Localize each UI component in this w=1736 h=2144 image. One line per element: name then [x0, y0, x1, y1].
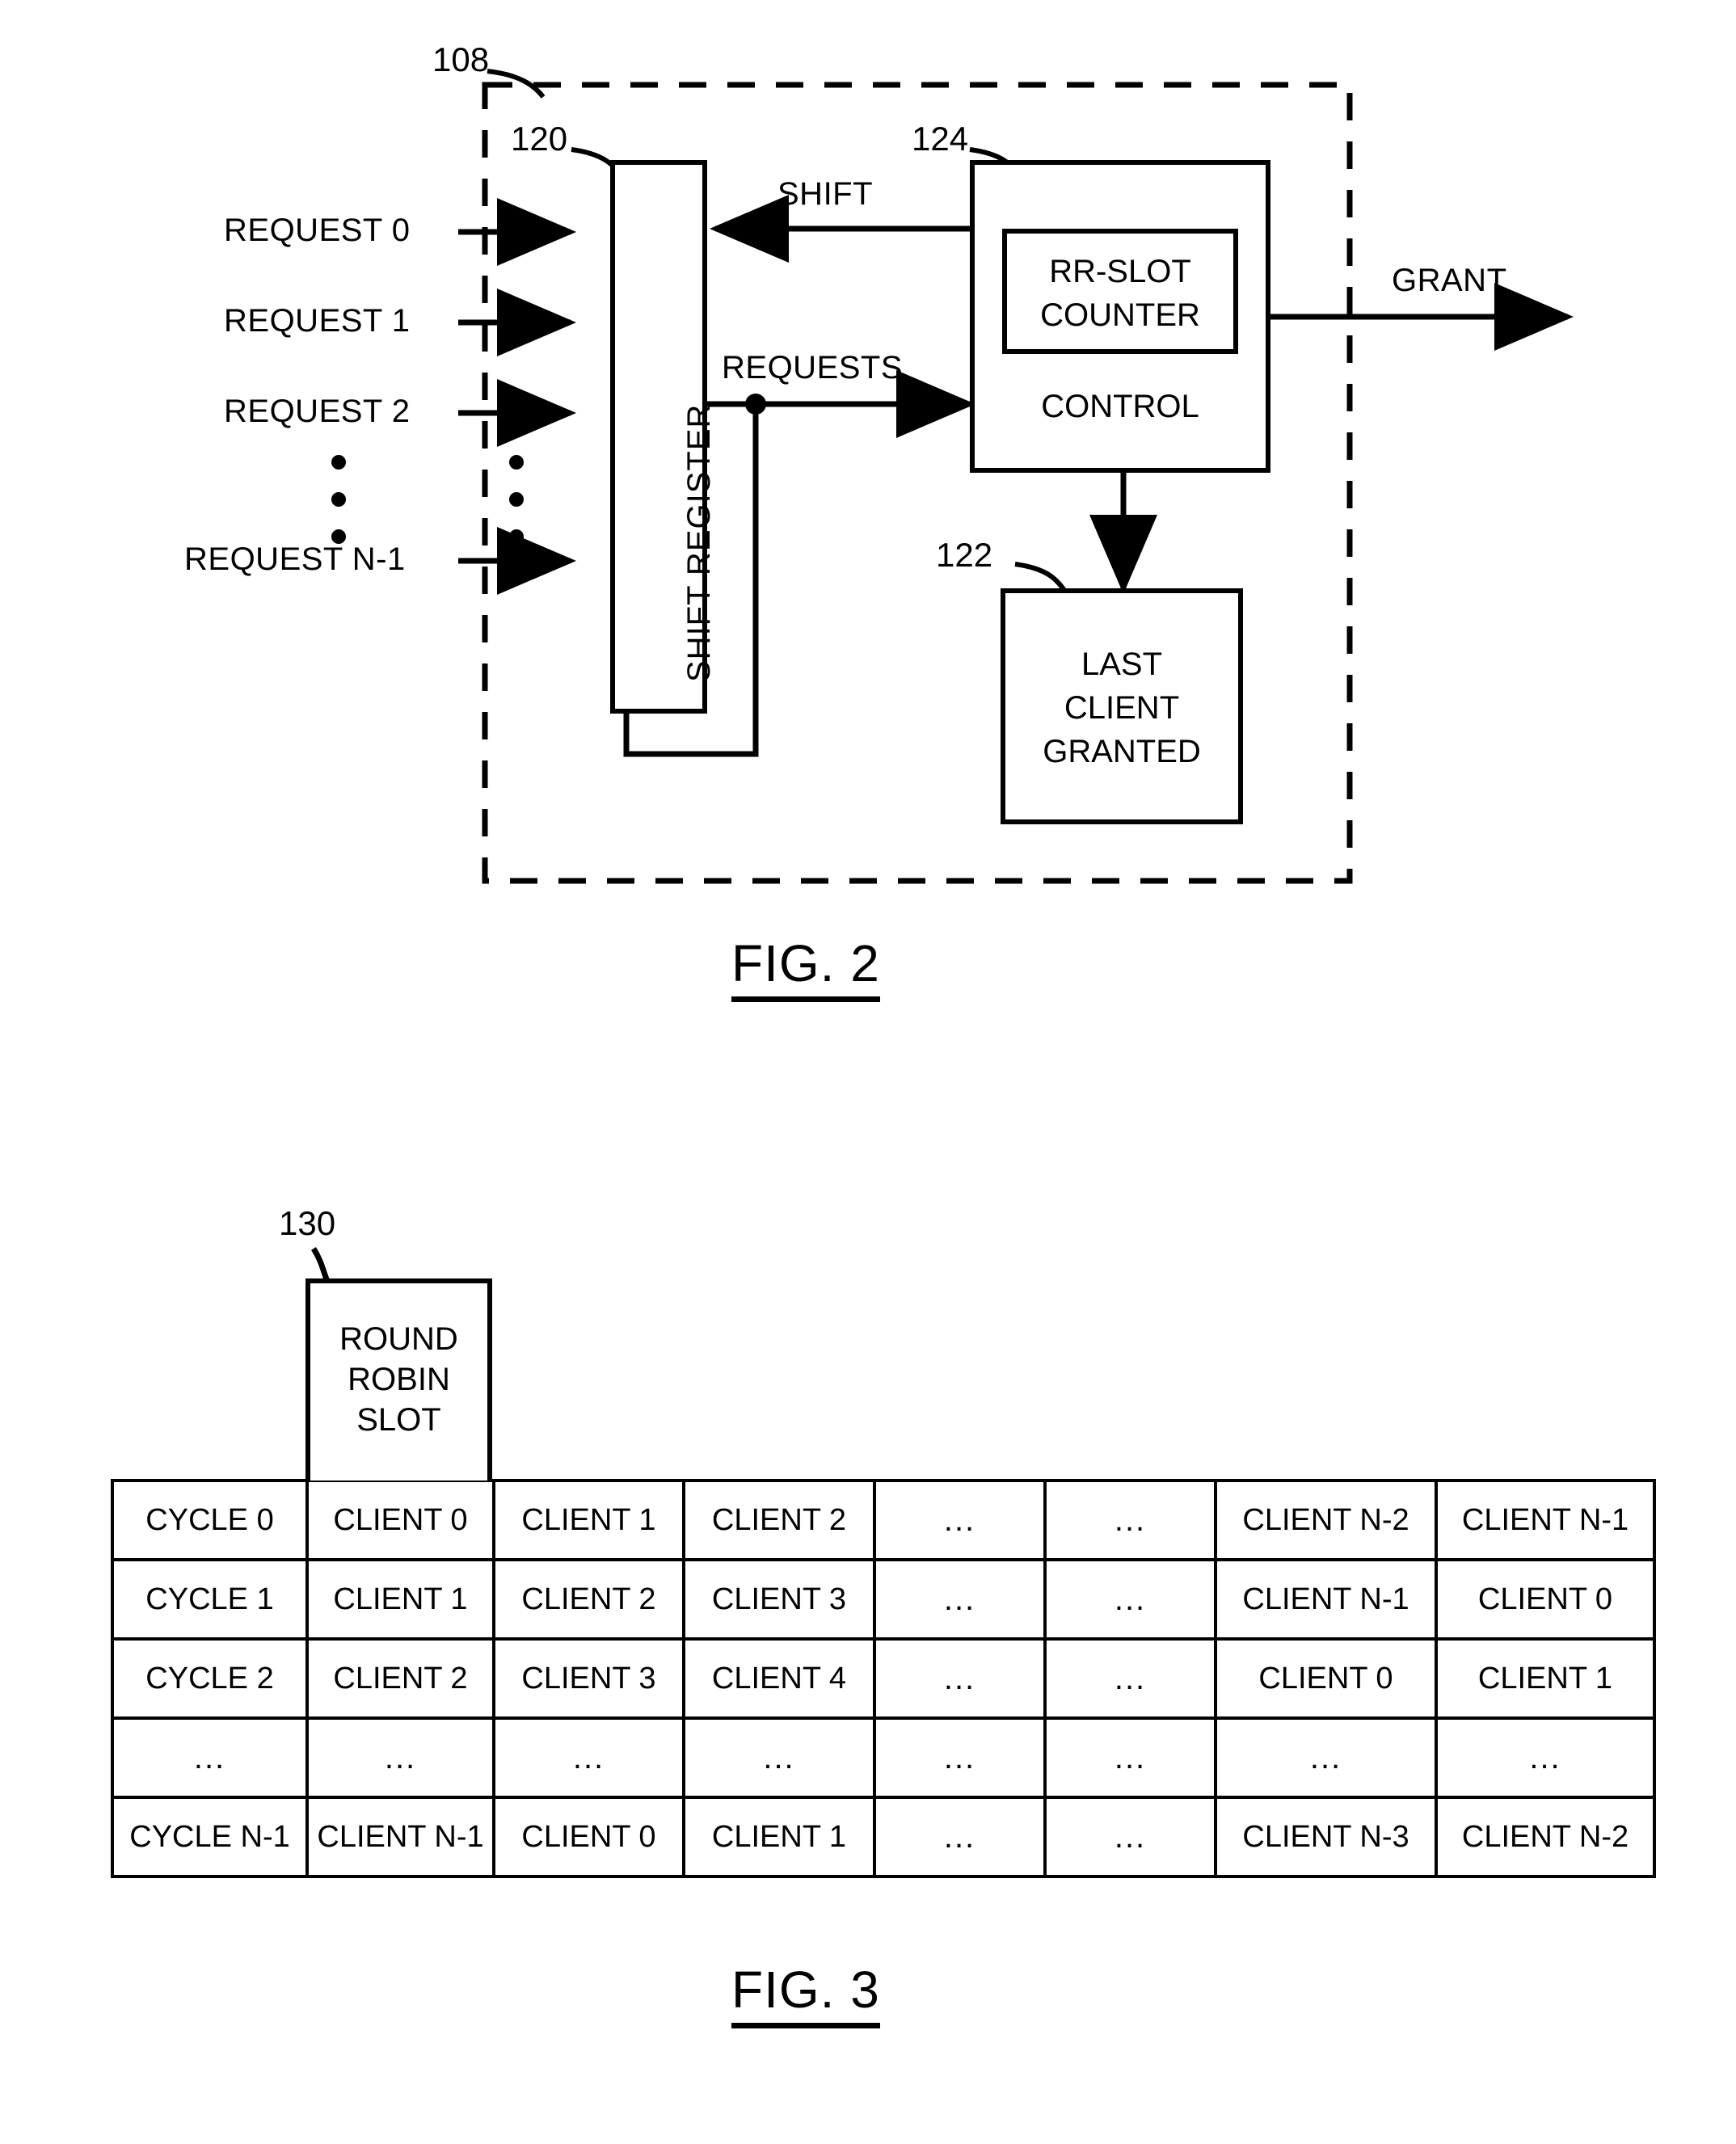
table-cell-client: CLIENT N-1 [1214, 1558, 1438, 1641]
figure-2-caption: FIG. 2 [731, 933, 880, 1002]
table-cell-client: ... [1043, 1637, 1217, 1720]
rr-slot-counter-label-line1: RR-SLOT [1049, 254, 1191, 289]
shift-register-box: SHIFT REGISTER [610, 160, 717, 714]
label-request-2: REQUEST 2 [224, 394, 411, 429]
label-request-n-1: REQUEST N-1 [184, 541, 406, 577]
table-cell-client: CLIENT 0 [1214, 1637, 1438, 1720]
table-cell-client: CLIENT N-2 [1214, 1479, 1438, 1561]
figure-3-caption: FIG. 3 [731, 1960, 880, 2028]
rr-slot-header-line1: ROUND [339, 1321, 458, 1357]
label-grant-signal: GRANT [1392, 263, 1507, 298]
table-cell-cycle: ... [111, 1716, 309, 1799]
rr-slot-header-line3: SLOT [356, 1402, 441, 1438]
table-cell-client: ... [305, 1716, 495, 1799]
table-cell-client: ... [682, 1716, 876, 1799]
table-cell-client: ... [1043, 1479, 1217, 1561]
vertical-ellipsis-outside [331, 455, 346, 567]
table-cell-client: CLIENT 0 [492, 1796, 685, 1878]
table-row: CYCLE N-1 CLIENT N-1 CLIENT 0 CLIENT 1.....… [111, 1796, 1656, 1878]
label-request-0: REQUEST 0 [224, 213, 411, 248]
table-cell-client: CLIENT 0 [305, 1479, 495, 1561]
last-client-granted-line3: GRANTED [1043, 734, 1201, 769]
table-cell-client: CLIENT 2 [305, 1637, 495, 1720]
table-cell-cycle: CYCLE 0 [111, 1479, 309, 1561]
table-cell-client: CLIENT 3 [682, 1558, 876, 1641]
table-cell-client: CLIENT N-3 [1214, 1796, 1438, 1878]
table-cell-client: ... [1214, 1716, 1438, 1799]
table-cell-client: CLIENT 1 [492, 1479, 685, 1561]
table-cell-client: ... [1043, 1796, 1217, 1878]
last-client-granted-line1: LAST [1081, 647, 1163, 682]
table-cell-client: CLIENT 0 [1435, 1558, 1656, 1641]
table-row: CYCLE 0 CLIENT 0 CLIENT 1 CLIENT 2...... CLI… [111, 1479, 1656, 1561]
table-cell-client: CLIENT 3 [492, 1637, 685, 1720]
table-cell-client: CLIENT N-2 [1435, 1796, 1656, 1878]
label-shift-signal: SHIFT [777, 176, 874, 212]
shift-register-label: SHIFT REGISTER [681, 403, 717, 682]
table-cell-client: ... [873, 1716, 1047, 1799]
table-cell-client: CLIENT 2 [492, 1558, 685, 1641]
leader-108 [487, 69, 546, 99]
table-cell-client: CLIENT 4 [682, 1637, 876, 1720]
rr-slot-header-line2: ROBIN [348, 1362, 450, 1397]
table-row: ........................ [111, 1716, 1656, 1799]
rr-slot-counter-box: RR-SLOT COUNTER [1002, 229, 1238, 354]
table-cell-client: CLIENT 1 [682, 1796, 876, 1878]
table-cell-client: CLIENT 2 [682, 1479, 876, 1561]
ref-number-108: 108 [432, 40, 490, 78]
ref-number-124: 124 [912, 120, 969, 158]
patent-figure-sheet: 108 120 124 126 122 REQUEST 0 REQUEST 1 … [0, 0, 1736, 2144]
table-cell-cycle: CYCLE 1 [111, 1558, 309, 1641]
table-row: CYCLE 1 CLIENT 1 CLIENT 2 CLIENT 3...... CLI… [111, 1558, 1656, 1641]
last-client-granted-line2: CLIENT [1064, 690, 1180, 726]
round-robin-schedule-table: CYCLE 0 CLIENT 0 CLIENT 1 CLIENT 2...... CLI… [111, 1479, 1656, 1878]
ref-number-120: 120 [511, 120, 568, 158]
table-cell-client: ... [873, 1637, 1047, 1720]
table-cell-client: ... [873, 1479, 1047, 1561]
table-cell-client: ... [1043, 1558, 1217, 1641]
table-cell-client: ... [492, 1716, 685, 1799]
table-cell-client: ... [873, 1558, 1047, 1641]
table-cell-client: CLIENT 1 [305, 1558, 495, 1641]
table-cell-cycle: CYCLE 2 [111, 1637, 309, 1720]
table-cell-client: ... [873, 1796, 1047, 1878]
table-cell-client: ... [1435, 1716, 1656, 1799]
figure-2-linework [458, 69, 1574, 884]
requests-junction-dot [745, 394, 766, 415]
label-requests-signal: REQUESTS [722, 350, 904, 385]
last-client-granted-box: LAST CLIENT GRANTED [1001, 588, 1243, 824]
round-robin-slot-header-box: ROUND ROBIN SLOT [305, 1278, 492, 1481]
vertical-ellipsis-inside [509, 455, 524, 567]
table-cell-client: CLIENT N-1 [1435, 1479, 1656, 1561]
table-cell-client: ... [1043, 1716, 1217, 1799]
figure-2: 108 120 124 126 122 REQUEST 0 REQUEST 1 … [0, 0, 1736, 1051]
ref-number-130: 130 [279, 1204, 336, 1242]
control-label: CONTROL [1041, 389, 1199, 424]
label-request-1: REQUEST 1 [224, 303, 411, 339]
leader-122 [1014, 562, 1068, 593]
table-cell-client: CLIENT 1 [1435, 1637, 1656, 1720]
ref-number-122: 122 [936, 536, 993, 574]
table-cell-cycle: CYCLE N-1 [111, 1796, 309, 1878]
figure-3: 130 ROUND ROBIN SLOT CYCLE 0 CLIENT 0 CLIE… [0, 1115, 1736, 2144]
rr-slot-counter-label-line2: COUNTER [1040, 297, 1200, 333]
table-row: CYCLE 2 CLIENT 2 CLIENT 3 CLIENT 4...... CLI… [111, 1637, 1656, 1720]
table-cell-client: CLIENT N-1 [305, 1796, 495, 1878]
